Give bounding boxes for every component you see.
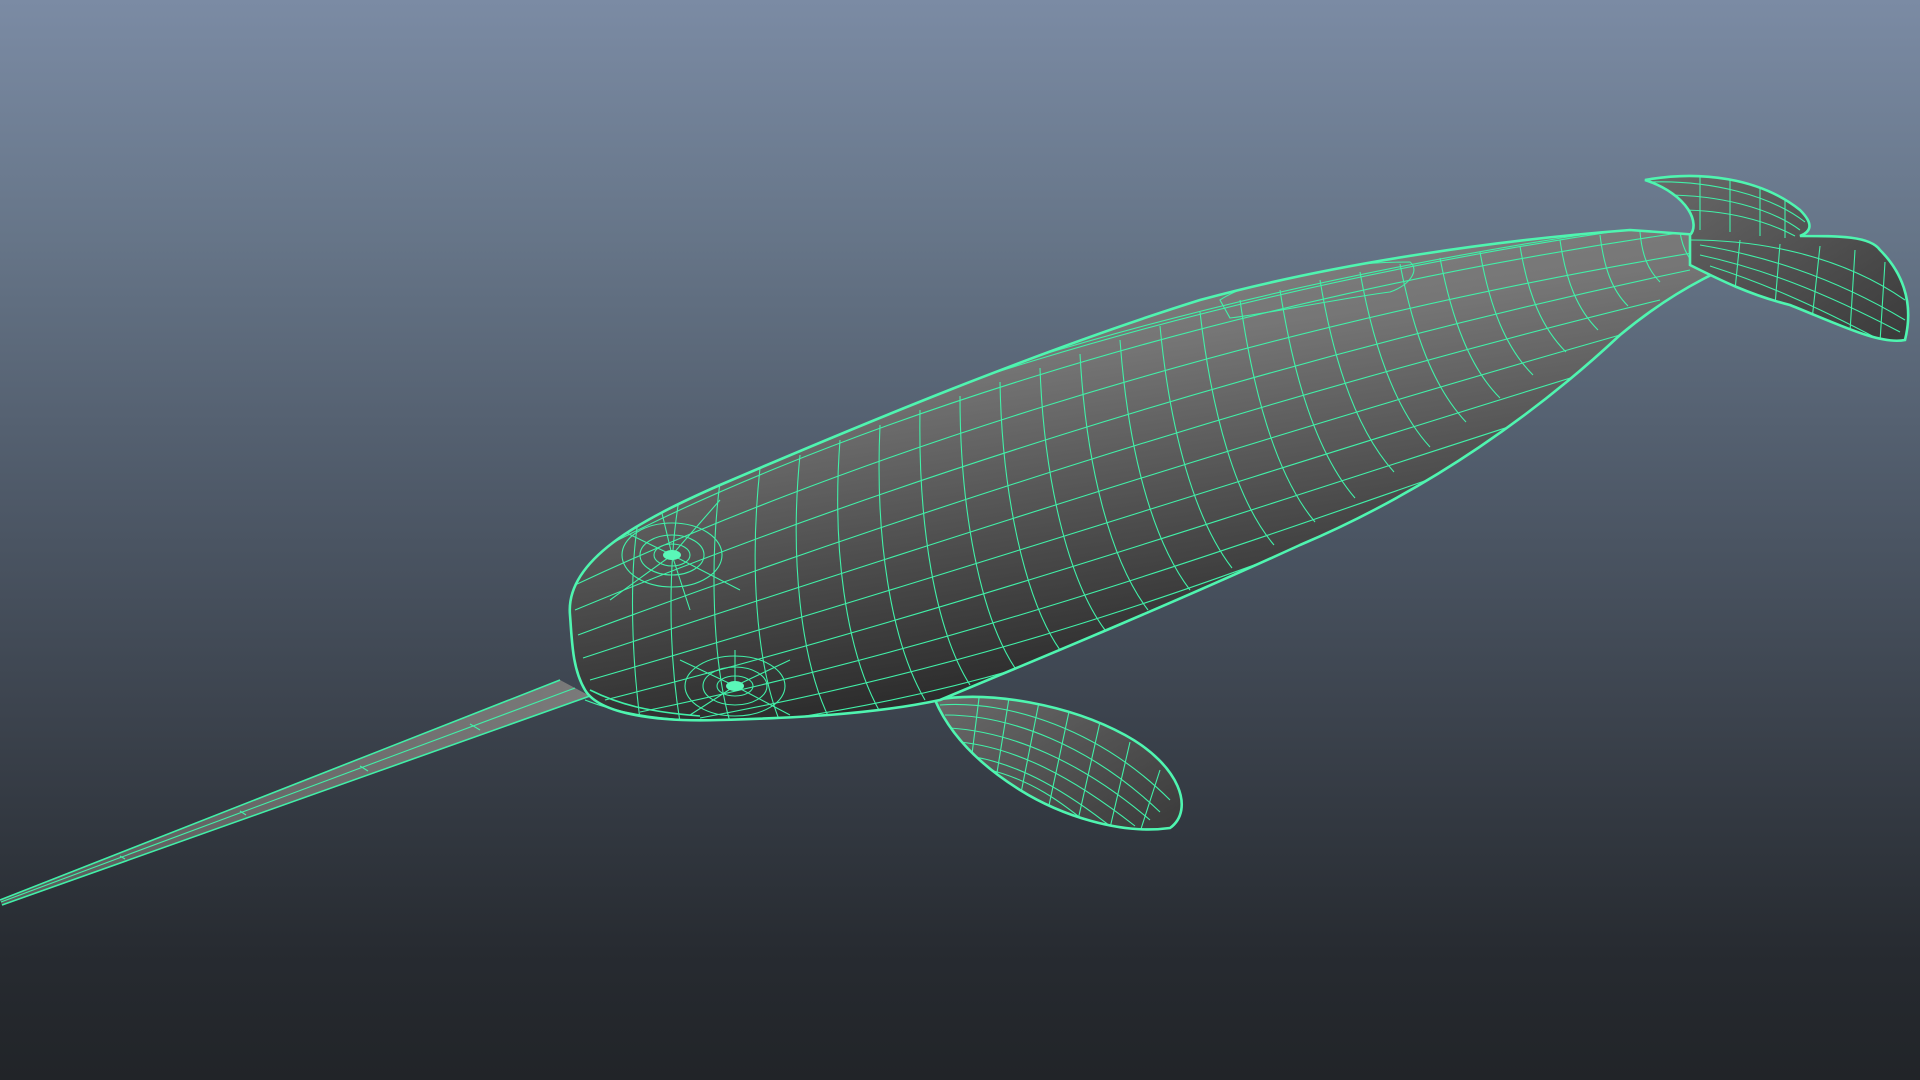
pectoral-fin	[933, 695, 1184, 831]
eye-marker-lower	[726, 681, 744, 691]
3d-viewport[interactable]	[0, 0, 1920, 1080]
narwhal-model[interactable]	[0, 0, 1920, 1080]
narwhal-body	[568, 228, 1772, 722]
eye-marker-upper	[663, 550, 681, 560]
tusk	[0, 679, 591, 906]
